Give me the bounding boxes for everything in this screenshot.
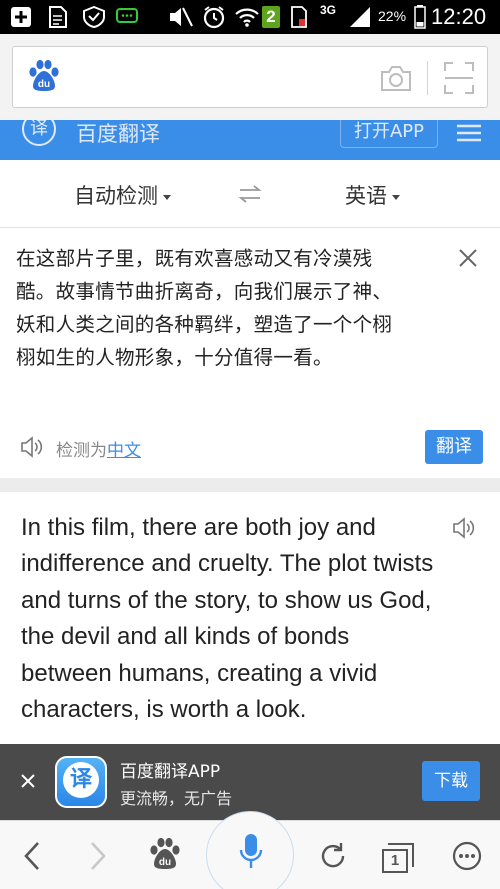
battery-icon [414,5,426,29]
status-bar: 2 3G 22% 12:20 [0,0,500,34]
download-button[interactable]: 下载 [422,761,480,801]
clock: 12:20 [431,4,487,29]
close-icon[interactable] [20,773,36,793]
translation-result-text: In this film, there are both joy and ind… [21,514,434,724]
camera-icon[interactable] [380,64,412,96]
signal-icon [348,6,372,28]
app-icon: 译 [55,756,107,808]
open-app-button[interactable]: 打开APP [340,120,438,148]
battery-percent: 22% [378,8,407,24]
sim-badge: 2 [262,6,280,28]
mute-icon [168,6,194,28]
forward-icon[interactable] [88,841,108,875]
source-text-input[interactable]: 在这部片子里，既有欢喜感动又有冷漠残酷。故事情节曲折离奇，向我们展示了神、妖和人… [16,242,406,374]
shield-icon [82,6,106,28]
target-language-select[interactable]: 英语 [345,180,400,210]
svg-text:du: du [159,857,171,868]
scan-icon[interactable] [443,61,475,99]
source-text-panel: 在这部片子里，既有欢喜感动又有冷漠残酷。故事情节曲折离奇，向我们展示了神、妖和人… [0,228,500,478]
chat-icon [116,6,138,28]
svg-text:du: du [38,79,50,90]
refresh-icon[interactable] [318,841,348,875]
divider [427,61,428,95]
source-language-select[interactable]: 自动检测 [74,180,171,210]
sim-icon [290,6,308,28]
menu-icon[interactable] [456,124,482,146]
browser-bottom-nav: du 1 [0,811,500,889]
file-icon [48,6,68,28]
speaker-icon[interactable] [452,517,478,543]
back-icon[interactable] [22,841,42,875]
more-icon[interactable] [452,841,482,875]
promo-tagline: 更流畅，无广告 [120,789,233,808]
detected-language: 检测为中文 [56,441,141,461]
swap-icon[interactable] [238,184,262,208]
app-header: 译 百度翻译 打开APP [0,120,500,160]
voice-search-button[interactable] [206,811,294,889]
chevron-down-icon [392,194,400,200]
network-type: 3G [320,3,337,17]
microphone-icon [239,834,263,868]
page-title: 百度翻译 [76,122,160,146]
translate-logo-icon: 译 [22,120,56,146]
promo-title: 百度翻译APP [120,762,221,782]
tabs-button[interactable]: 1 [382,843,414,873]
wifi-icon [234,6,260,28]
baidu-paw-icon[interactable]: du [27,59,61,97]
translate-button[interactable]: 翻译 [425,430,483,464]
translation-result-panel: In this film, there are both joy and ind… [0,492,500,744]
app-promo-banner: 译 百度翻译APP 更流畅，无广告 下载 [0,744,500,820]
language-selector: 自动检测 英语 [0,160,500,228]
tab-count: 1 [382,849,408,873]
alarm-icon [202,6,226,29]
add-icon [10,6,32,28]
speaker-icon[interactable] [20,436,46,462]
close-icon[interactable] [458,248,478,272]
browser-toolbar: du [0,34,500,120]
search-input[interactable]: du [12,46,488,108]
baidu-home-icon[interactable]: du [148,837,182,875]
detected-language-link[interactable]: 中文 [107,441,141,461]
chevron-down-icon [163,194,171,200]
